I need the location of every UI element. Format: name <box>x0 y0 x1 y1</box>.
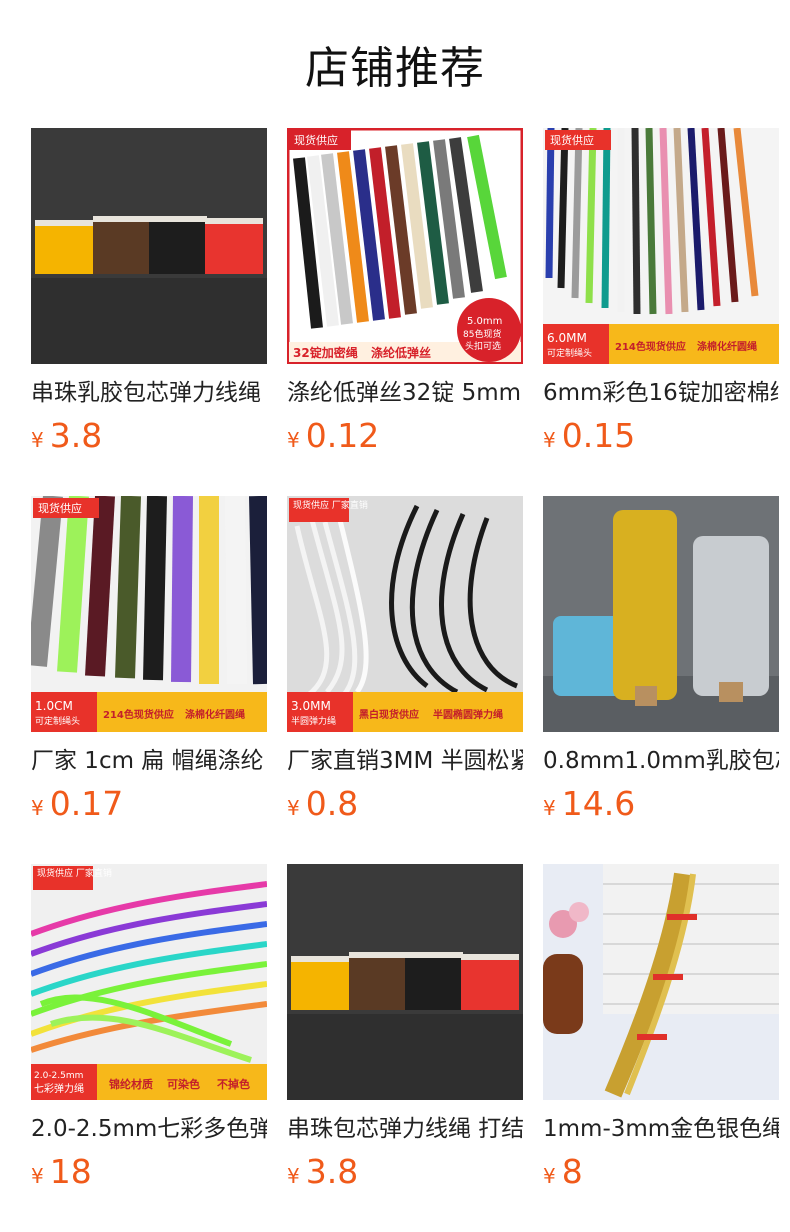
product-price: ¥18 <box>31 1152 92 1191</box>
badge-text: 现货供应 厂家直销 <box>293 499 368 511</box>
size-label: 2.0-2.5mm <box>34 1071 83 1081</box>
flat-shoelaces-image: 现货供应 32锭加密绳 涤纶低弹丝 5.0mm 85色现货 头扣可选 <box>287 128 523 364</box>
corner-text: 头扣可选 <box>465 340 501 352</box>
price-value: 3.8 <box>49 416 103 455</box>
size-label: 1.0CM <box>35 699 73 713</box>
product-name[interactable]: 1mm-3mm金色银色绳 <box>543 1114 779 1144</box>
product-image[interactable] <box>543 864 779 1100</box>
metallic-thread-cones-image <box>543 496 779 732</box>
size-label: 3.0MM <box>291 699 331 713</box>
product-name[interactable]: 涤纶低弹丝32锭 5mm <box>287 378 523 408</box>
spools-of-elastic-cord-image <box>287 864 523 1100</box>
wide-flat-drawcords-image: 现货供应 1.0CM 可定制绳头 214色现货供应 涤棉化纤圆绳 <box>31 496 267 732</box>
currency-symbol: ¥ <box>31 1164 44 1188</box>
product-image[interactable]: 现货供应 1.0CM 可定制绳头 214色现货供应 涤棉化纤圆绳 <box>31 496 267 732</box>
price-value: 18 <box>49 1152 92 1191</box>
product-price: ¥0.8 <box>287 784 358 823</box>
product-image[interactable]: 现货供应 32锭加密绳 涤纶低弹丝 5.0mm 85色现货 头扣可选 <box>287 128 523 364</box>
product-image[interactable] <box>543 496 779 732</box>
product-price: ¥8 <box>543 1152 583 1191</box>
banner-text: 不掉色 <box>217 1077 250 1091</box>
banner-text: 黑白现货供应 <box>359 708 419 721</box>
size-sub: 七彩弹力绳 <box>34 1082 84 1095</box>
currency-symbol: ¥ <box>287 428 300 452</box>
product-card[interactable]: 串珠包芯弹力线绳 打结 ¥3.8 <box>287 864 523 1194</box>
currency-symbol: ¥ <box>543 796 556 820</box>
product-name[interactable]: 厂家 1cm 扁 帽绳涤纶 <box>31 746 267 776</box>
product-name[interactable]: 2.0-2.5mm七彩多色弹力绳 <box>31 1114 267 1144</box>
price-value: 0.17 <box>49 784 124 823</box>
price-value: 0.15 <box>561 416 636 455</box>
product-price: ¥14.6 <box>543 784 635 823</box>
product-price: ¥0.15 <box>543 416 635 455</box>
currency-symbol: ¥ <box>287 1164 300 1188</box>
banner-text: 涤纶低弹丝 <box>371 345 431 360</box>
page-title: 店铺推荐 <box>305 43 485 94</box>
price-value: 3.8 <box>305 1152 359 1191</box>
size-sub: 可定制绳头 <box>547 347 592 359</box>
size-sub: 半圆弹力绳 <box>291 715 336 727</box>
product-image[interactable] <box>31 128 267 364</box>
product-card[interactable]: 现货供应 1.0CM 可定制绳头 214色现货供应 涤棉化纤圆绳 厂家 1cm … <box>31 496 267 826</box>
product-card[interactable]: 现货供应 32锭加密绳 涤纶低弹丝 5.0mm 85色现货 头扣可选 涤纶低弹丝… <box>287 128 523 458</box>
product-price: ¥0.12 <box>287 416 379 455</box>
product-card[interactable]: 现货供应 厂家直销 3.0MM 半圆弹力绳 黑白现货供应 半圆椭圆弹力绳 厂家直… <box>287 496 523 826</box>
price-value: 0.8 <box>305 784 359 823</box>
product-price: ¥3.8 <box>287 1152 358 1191</box>
currency-symbol: ¥ <box>31 796 44 820</box>
product-image[interactable]: 现货供应 厂家直销 2.0-2.5mm 七彩弹力绳 锦纶材质 可染色 不掉色 <box>31 864 267 1100</box>
banner-text: 锦纶材质 <box>109 1077 153 1091</box>
banner-text: 涤棉化纤圆绳 <box>697 340 757 353</box>
product-name[interactable]: 厂家直销3MM 半圆松紧绳 <box>287 746 523 776</box>
product-name[interactable]: 串珠乳胶包芯弹力线绳 <box>31 378 267 408</box>
size-sub: 可定制绳头 <box>35 715 80 727</box>
spools-of-elastic-cord-image <box>31 128 267 364</box>
size-label: 5.0mm <box>467 316 502 327</box>
product-image[interactable]: 现货供应 6.0MM 可定制绳头 214色现货供应 涤棉化纤圆绳 <box>543 128 779 364</box>
currency-symbol: ¥ <box>543 1164 556 1188</box>
banner-text: 214色现货供应 <box>615 340 686 353</box>
gold-cord-bundle-image <box>543 864 779 1100</box>
corner-text: 85色现货 <box>463 328 501 340</box>
banner-text: 214色现货供应 <box>103 708 174 721</box>
rainbow-elastic-cord-image: 现货供应 厂家直销 2.0-2.5mm 七彩弹力绳 锦纶材质 可染色 不掉色 <box>31 864 267 1100</box>
banner-text: 涤棉化纤圆绳 <box>185 708 245 721</box>
currency-symbol: ¥ <box>31 428 44 452</box>
product-card[interactable]: 串珠乳胶包芯弹力线绳 ¥3.8 <box>31 128 267 458</box>
badge-text: 现货供应 <box>294 133 338 147</box>
product-price: ¥0.17 <box>31 784 123 823</box>
product-name[interactable]: 串珠包芯弹力线绳 打结 <box>287 1114 523 1144</box>
price-value: 14.6 <box>561 784 636 823</box>
banner-text: 32锭加密绳 <box>293 345 358 360</box>
product-card[interactable]: 现货供应 厂家直销 2.0-2.5mm 七彩弹力绳 锦纶材质 可染色 不掉色 2… <box>31 864 267 1194</box>
banner-text: 半圆椭圆弹力绳 <box>433 708 503 721</box>
badge-text: 现货供应 <box>550 133 594 147</box>
product-image[interactable]: 现货供应 厂家直销 3.0MM 半圆弹力绳 黑白现货供应 半圆椭圆弹力绳 <box>287 496 523 732</box>
badge-text: 现货供应 <box>38 501 82 515</box>
price-value: 8 <box>561 1152 583 1191</box>
product-name[interactable]: 0.8mm1.0mm乳胶包芯金银线 <box>543 746 779 776</box>
banner-text: 可染色 <box>167 1077 200 1091</box>
product-card[interactable]: 现货供应 6.0MM 可定制绳头 214色现货供应 涤棉化纤圆绳 6mm彩色16… <box>543 128 779 458</box>
product-image[interactable] <box>287 864 523 1100</box>
price-value: 0.12 <box>305 416 380 455</box>
currency-symbol: ¥ <box>543 428 556 452</box>
round-cotton-cords-image: 现货供应 6.0MM 可定制绳头 214色现货供应 涤棉化纤圆绳 <box>543 128 779 364</box>
product-price: ¥3.8 <box>31 416 102 455</box>
badge-text: 现货供应 厂家直销 <box>37 867 112 879</box>
product-card[interactable]: 1mm-3mm金色银色绳 ¥8 <box>543 864 779 1194</box>
currency-symbol: ¥ <box>287 796 300 820</box>
size-label: 6.0MM <box>547 331 587 345</box>
product-name[interactable]: 6mm彩色16锭加密棉绳 <box>543 378 779 408</box>
product-card[interactable]: 0.8mm1.0mm乳胶包芯金银线 ¥14.6 <box>543 496 779 826</box>
black-white-elastic-image: 现货供应 厂家直销 3.0MM 半圆弹力绳 黑白现货供应 半圆椭圆弹力绳 <box>287 496 523 732</box>
